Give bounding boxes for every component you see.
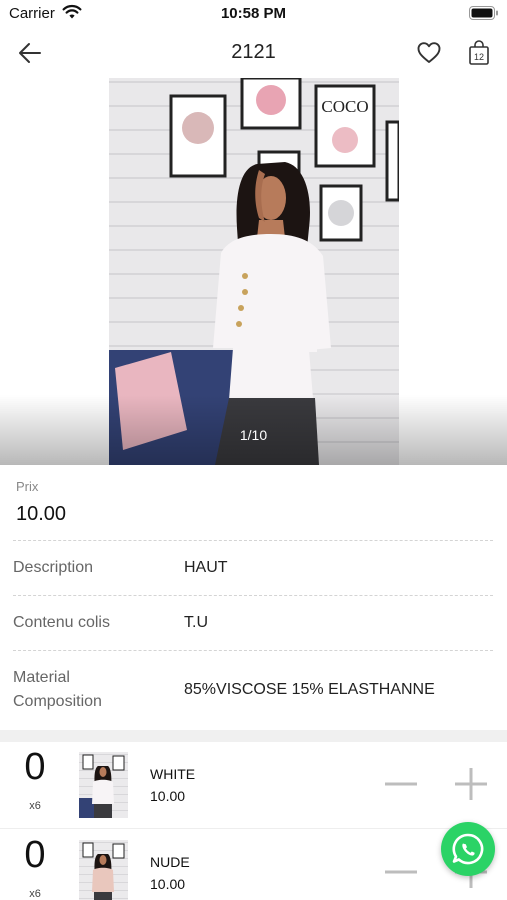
divider <box>13 540 493 541</box>
detail-label-material-line-2: Composition <box>13 693 102 710</box>
variant-price: 10.00 <box>150 876 186 892</box>
detail-label-material: Material Composition <box>13 666 102 714</box>
gallery-pager: 1/10 <box>239 427 268 443</box>
shopping-bag-button[interactable]: 12 <box>467 39 491 67</box>
price-label: Prix <box>16 479 39 494</box>
variant-row-white: 0 x6 WHITE 10.00 <box>0 742 507 828</box>
navigation-bar: 2121 12 <box>0 28 507 78</box>
detail-value-description: HAUT <box>184 559 228 576</box>
divider <box>13 650 493 651</box>
variant-price: 10.00 <box>150 788 186 804</box>
poster-text: COCO <box>321 97 368 116</box>
variant-thumbnail-illustration <box>82 842 125 900</box>
variant-quantity: 0 <box>24 746 46 788</box>
variant-quantity: 0 <box>24 834 46 876</box>
variant-pack-size: x6 <box>29 800 41 812</box>
variant-separator <box>0 828 507 829</box>
whatsapp-button[interactable] <box>441 822 495 876</box>
whatsapp-icon <box>452 833 484 865</box>
variant-name: WHITE <box>150 766 196 782</box>
variant-thumbnail-illustration <box>79 754 125 818</box>
detail-value-contenu-colis: T.U <box>184 614 208 631</box>
heart-icon[interactable] <box>416 40 442 66</box>
shopping-bag-icon: 12 <box>469 40 489 65</box>
detail-label-material-line-1: Material <box>13 669 70 686</box>
section-gap <box>0 730 507 742</box>
variant-pack-size: x6 <box>29 888 41 900</box>
detail-label-contenu-colis: Contenu colis <box>13 614 110 631</box>
variant-row-nude: 0 x6 NUDE 10.00 <box>0 830 507 900</box>
status-bar: Carrier 10:58 PM <box>0 0 507 28</box>
product-gallery[interactable]: COCO 1/10 <box>0 78 507 465</box>
divider <box>13 595 493 596</box>
increment-button[interactable] <box>454 767 488 801</box>
clock: 10:58 PM <box>220 5 287 22</box>
battery-icon <box>469 6 498 20</box>
decrement-button[interactable] <box>384 855 418 889</box>
detail-value-material: 85%VISCOSE 15% ELASTHANNE <box>184 681 435 698</box>
price-value: 10.00 <box>16 503 67 525</box>
variant-thumbnail[interactable] <box>79 840 128 900</box>
variant-thumbnail[interactable] <box>79 752 128 818</box>
variant-name: NUDE <box>150 854 190 870</box>
decrement-button[interactable] <box>384 767 418 801</box>
detail-label-description: Description <box>13 559 94 576</box>
bag-count: 12 <box>474 52 484 62</box>
